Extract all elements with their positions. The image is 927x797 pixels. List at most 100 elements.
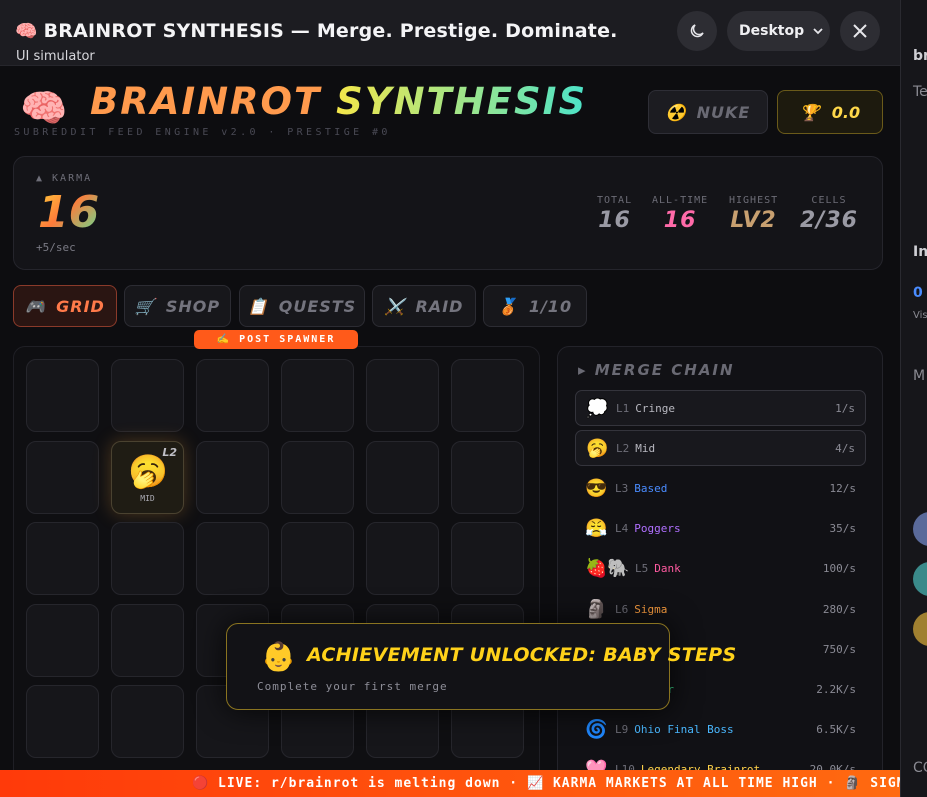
grid-cell[interactable] [26,359,99,432]
close-icon [853,24,867,38]
tier-name: Poggers [634,522,681,536]
tier-icon: 🗿 [585,598,608,620]
peek-text: Vis [913,310,927,321]
device-select[interactable]: Desktop [727,11,830,51]
chain-row: 🍓🐘 L5 Dank 100/s [575,551,866,587]
achievement-toast: 👶 ACHIEVEMENT UNLOCKED: BABY STEPS Compl… [226,623,736,710]
gamepad-icon: 🎮 [25,296,47,316]
game-title-word1: BRAINROT [90,80,322,123]
tier-rate: 1/s [835,401,855,415]
grid-cell[interactable] [281,359,354,432]
stat-total: TOTAL 16 [597,195,632,233]
stat-cells: CELLS 2/36 [800,195,858,233]
peek-text: M [913,368,926,384]
tier-level: L1 [616,401,630,415]
stats-panel: ▲ KARMA 16 +5/sec TOTAL 16 ALL-TIME 16 H… [13,156,883,270]
theme-toggle-button[interactable] [677,11,717,51]
grid-cell[interactable] [111,603,184,677]
trophy-button[interactable]: 🏆 0.0 [777,90,883,134]
game-subtitle: SUBREDDIT FEED ENGINE v2.0 · PRESTIGE #0 [14,127,391,138]
grid-cell[interactable]: 🥱 L2 MID [111,440,184,514]
grid-cell[interactable] [111,522,184,595]
clipboard-icon: 📋 [247,296,269,316]
device-select-value: Desktop [739,23,805,39]
chain-row: 💭 L1 Cringe 1/s [575,390,866,426]
grid-cell[interactable] [281,440,354,514]
tier-icon: 💭 [586,397,609,419]
karma-label: ▲ KARMA [36,173,93,184]
grid-cell[interactable] [366,522,439,595]
grid-cell[interactable] [451,359,524,432]
ticker-text: 🔴 LIVE: r/brainrot is melting down · 📈 K… [192,776,900,791]
tier-level: L2 [616,441,630,455]
grid-cell[interactable] [196,522,269,595]
close-button[interactable] [840,11,880,51]
grid-cell[interactable] [26,603,99,677]
tier-name: Dank [654,562,681,576]
grid-cell[interactable] [26,522,99,595]
baby-icon: 👶 [261,640,296,673]
tab-label: 1/10 [528,296,573,316]
tab-quests[interactable]: 📋 QUESTS [239,285,365,327]
tier-level: L9 [615,723,629,737]
tier-rate: 100/s [822,562,856,576]
grid-cell[interactable] [451,522,524,595]
tier-level: L6 [615,602,629,616]
tier-name: Sigma [634,602,668,616]
game-title: BRAINROT SYNTHESIS [90,80,587,123]
grid-cell[interactable] [281,522,354,595]
stat-value: 16 [663,208,697,233]
tab-label: QUESTS [278,296,357,316]
tier-rate: 280/s [822,602,856,616]
stat-label: ALL-TIME [652,195,709,206]
grid-cell[interactable] [451,440,524,514]
merge-chain-title: ▸ MERGE CHAIN [578,361,735,379]
trophy-icon: 🏆 [799,102,820,122]
background-page-panel: br Te In 0 Vis M CO [900,0,927,797]
simulator-title-text: BRAINROT SYNTHESIS — Merge. Prestige. Do… [43,20,618,42]
grid-cell[interactable] [196,440,269,514]
grid-cell[interactable] [26,685,99,758]
grid-cell[interactable] [196,359,269,432]
grid-cell[interactable] [111,685,184,758]
medal-icon: 🥉 [497,296,519,316]
tier-icon: 🍓🐘 [585,558,630,580]
simulator-title: 🧠 BRAINROT SYNTHESIS — Merge. Prestige. D… [15,20,618,42]
tier-icon: 🌀 [585,719,608,741]
tab-label: RAID [415,296,464,316]
trophy-value: 0.0 [831,102,861,122]
tab-rank[interactable]: 🥉 1/10 [483,285,587,327]
chain-row: 🥱 L2 Mid 4/s [575,430,866,467]
grid-cell[interactable] [366,440,439,514]
tab-shop[interactable]: 🛒 SHOP [124,285,231,327]
peek-text: Te [913,84,927,100]
peek-text: In [913,244,927,260]
tier-name: Cringe [635,401,675,415]
post-spawner-badge[interactable]: ✍️ POST SPAWNER [194,330,358,349]
tier-level: L5 [635,562,649,576]
stat-highest: HIGHEST LV2 [729,195,778,233]
writing-hand-icon: ✍️ [216,334,232,345]
chain-row: 😎 L3 Based 12/s [575,470,866,506]
game-title-word2: SYNTHESIS [336,80,588,123]
tier-name: Ohio Final Boss [634,723,734,737]
tab-grid[interactable]: 🎮 GRID [13,285,117,327]
tab-raid[interactable]: ⚔️ RAID [372,285,476,327]
stat-value: 16 [598,208,631,233]
tier-level: L3 [615,481,629,495]
grid-cell[interactable] [366,359,439,432]
grid-cell[interactable] [26,440,99,514]
chain-row: 😤 L4 Poggers 35/s [575,511,866,547]
peek-text: 0 [913,285,923,301]
tier-icon: 😎 [585,477,608,499]
nuke-button[interactable]: ☢️ NUKE [648,90,768,134]
stat-all-time: ALL-TIME 16 [652,195,708,233]
tier-rate: 35/s [829,522,857,536]
tier-icon: 🥱 [586,437,609,459]
grid-cell[interactable] [111,359,184,432]
tier-rate: 12/s [829,481,857,495]
tier-name: Legendary Brainrot [640,763,761,770]
achievement-description: Complete your first merge [257,680,448,693]
cart-icon: 🛒 [134,296,156,316]
moon-icon [690,24,704,38]
